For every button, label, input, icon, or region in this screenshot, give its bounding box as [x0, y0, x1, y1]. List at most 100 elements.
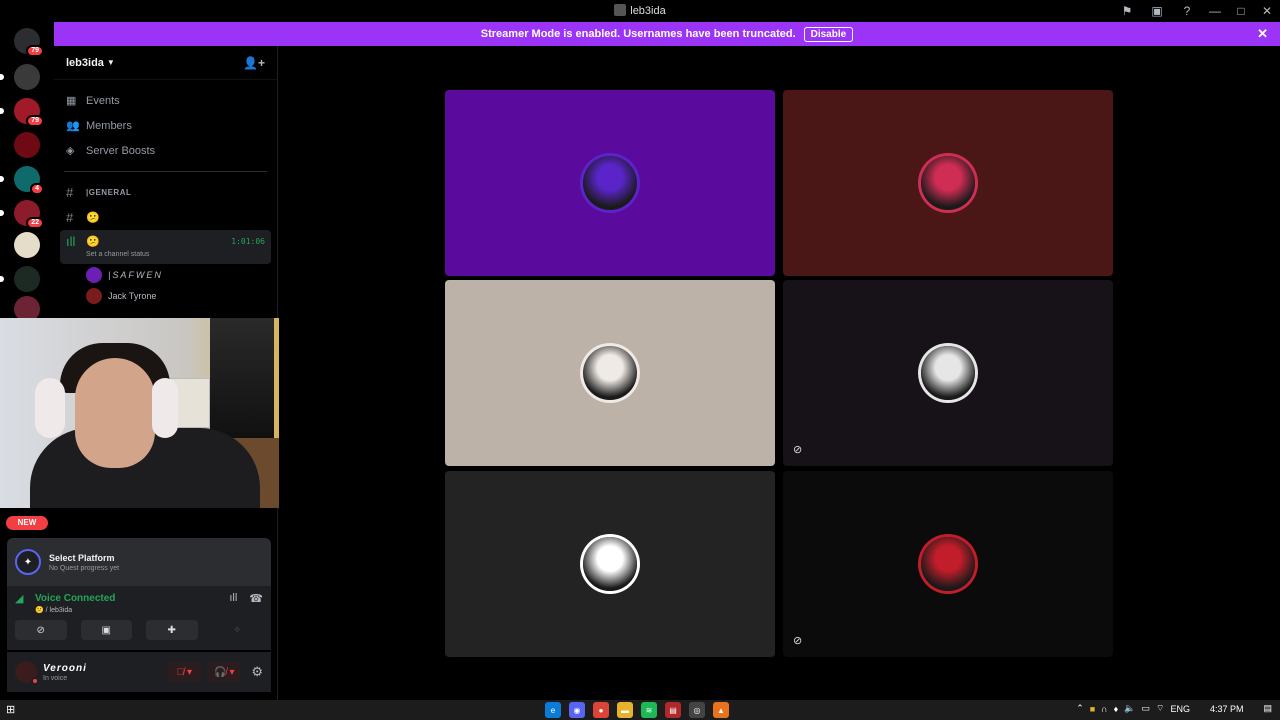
voice-status[interactable]: Voice Connected	[35, 593, 115, 604]
spotify-icon[interactable]: ≋	[641, 702, 657, 718]
flag-icon[interactable]: ⚑	[1112, 0, 1142, 22]
chevron-down-icon: ▼	[106, 58, 115, 67]
notifications-icon[interactable]: ▤	[1263, 703, 1272, 714]
network-icon[interactable]: ▭	[1141, 703, 1150, 714]
video-tile[interactable]: ⊘	[783, 280, 1113, 466]
voice-connected-panel: ◢ Voice Connected ıll ☎ 😕 / leb3ida ⊘ ▣ …	[7, 586, 271, 650]
participant-avatar	[583, 156, 637, 210]
language-indicator[interactable]: ENG	[1170, 704, 1190, 714]
disable-streamer-mode-button[interactable]: Disable	[803, 26, 854, 42]
participant-avatar	[921, 537, 975, 591]
participant-avatar	[583, 346, 637, 400]
add-member-icon[interactable]: 👤+	[243, 56, 265, 70]
soundboard-button[interactable]: ✧	[212, 620, 264, 640]
disconnect-icon[interactable]: ☎	[249, 592, 263, 605]
avatar	[86, 266, 102, 283]
close-banner-icon[interactable]: ✕	[1257, 26, 1268, 42]
edge-icon[interactable]: e	[545, 702, 561, 718]
banner-text: Streamer Mode is enabled. Usernames have…	[480, 28, 796, 40]
headset-icon[interactable]: ∩	[1101, 704, 1107, 714]
app-icon[interactable]: ▲	[713, 702, 729, 718]
quest-card[interactable]: ✦ Select Platform No Quest progress yet	[7, 538, 271, 586]
participant-avatar	[583, 537, 637, 591]
camera-off-icon: ⊘	[793, 635, 803, 647]
inbox-icon[interactable]: ▣	[1142, 0, 1172, 22]
voice-channel-active[interactable]: ıll 😕 1:01:06 Set a channel status	[60, 230, 271, 264]
gear-icon[interactable]: ⚙	[251, 664, 263, 680]
chevron-up-icon[interactable]: ⌃	[1076, 703, 1084, 714]
avatar[interactable]	[15, 661, 39, 685]
voice-timer: 1:01:06	[231, 237, 265, 246]
signal-icon: ◢	[15, 593, 24, 605]
app-icon[interactable]: ▤	[665, 702, 681, 718]
avatar	[86, 287, 102, 304]
maximize-button[interactable]: □	[1228, 0, 1254, 22]
chrome-icon[interactable]: ●	[593, 702, 609, 718]
taskbar: ⊞ e ◉ ● ▬ ≋ ▤ ◎ ▲ ⌃ ■ ∩ ♦ 🔈 ▭ ⌔ ENG 4:37…	[0, 700, 1280, 720]
server-icon[interactable]: 22	[0, 200, 44, 229]
voice-user[interactable]: |SAFWEN	[86, 264, 277, 285]
title-bar: leb3ida ⚑ ▣ ? — □ ✕	[0, 0, 1280, 22]
clock[interactable]: 4:37 PM	[1210, 704, 1244, 714]
mute-mic-button[interactable]: 🎙̸ ▾	[167, 662, 202, 682]
unread-badge: 22	[26, 217, 44, 229]
windows-start-icon[interactable]: ⊞	[6, 703, 15, 716]
server-header[interactable]: leb3ida ▼ 👤+	[54, 46, 277, 80]
minimize-button[interactable]: —	[1202, 0, 1228, 22]
hash-icon: #	[66, 185, 74, 200]
streamer-person	[30, 338, 260, 508]
server-icon[interactable]	[0, 64, 40, 90]
server-icon[interactable]	[14, 232, 40, 258]
wifi-icon[interactable]: ⌔	[1156, 703, 1164, 714]
boost-icon: ◈	[66, 145, 75, 157]
taskbar-apps: e ◉ ● ▬ ≋ ▤ ◎ ▲	[545, 702, 729, 718]
video-tile[interactable]	[445, 280, 775, 466]
server-icon[interactable]: 79	[0, 98, 44, 127]
nav-server-boosts[interactable]: ◈ Server Boosts	[54, 138, 277, 163]
title-bar-icons: ⚑ ▣ ? — □ ✕	[1112, 0, 1280, 22]
server-icon[interactable]	[14, 132, 40, 158]
voice-user[interactable]: Jack Tyrone	[86, 285, 277, 306]
participant-avatar	[921, 156, 975, 210]
new-badge: NEW	[6, 516, 48, 530]
divider	[64, 171, 267, 172]
activities-button[interactable]: ✚	[146, 620, 198, 640]
video-tile[interactable]	[445, 471, 775, 657]
video-tile[interactable]	[783, 90, 1113, 276]
close-window-button[interactable]: ✕	[1254, 0, 1280, 22]
hash-icon: #	[66, 210, 74, 225]
set-channel-status[interactable]: Set a channel status	[66, 251, 265, 258]
streamer-mode-banner: Streamer Mode is enabled. Usernames have…	[54, 22, 1280, 46]
noise-suppression-icon[interactable]: ıll	[229, 592, 237, 605]
discord-icon[interactable]: ◉	[569, 702, 585, 718]
nav-events[interactable]: ▦ Events	[54, 88, 277, 113]
folder-icon[interactable]: ▬	[617, 702, 633, 718]
deafen-button[interactable]: 🎧̸ ▾	[207, 662, 242, 682]
screen-share-button[interactable]: ▣	[80, 620, 132, 640]
channel-general[interactable]: # |GENERAL	[60, 180, 271, 205]
nav-members[interactable]: 👥 Members	[54, 113, 277, 138]
video-tile[interactable]	[445, 90, 775, 276]
voice-channel-name[interactable]: 😕 / leb3ida	[35, 606, 263, 614]
volume-icon[interactable]: 🔈	[1124, 703, 1135, 714]
server-icon[interactable]: 4	[0, 166, 44, 195]
unread-badge: 4	[30, 183, 44, 195]
server-icon[interactable]	[0, 266, 40, 292]
members-icon: 👥	[66, 120, 80, 132]
channel-text[interactable]: # 😕	[60, 205, 271, 230]
help-icon[interactable]: ?	[1172, 0, 1202, 22]
direct-messages-button[interactable]: 79	[14, 28, 44, 57]
voice-activity-icon: ıll	[66, 234, 76, 249]
calendar-icon: ▦	[66, 95, 77, 107]
window-title: leb3ida	[0, 4, 1280, 17]
tray-app-icon[interactable]: ■	[1090, 704, 1095, 714]
camera-off-button[interactable]: ⊘	[15, 620, 67, 640]
unread-badge: 79	[26, 115, 44, 127]
headset-icon	[35, 378, 65, 438]
quest-icon: ✦	[15, 549, 41, 575]
user-status: In voice	[43, 674, 68, 682]
voice-stage: ⊘ ⊘	[279, 46, 1280, 702]
steam-icon[interactable]: ◎	[689, 702, 705, 718]
microphone-icon[interactable]: ♦	[1114, 704, 1119, 714]
video-tile[interactable]: ⊘	[783, 471, 1113, 657]
